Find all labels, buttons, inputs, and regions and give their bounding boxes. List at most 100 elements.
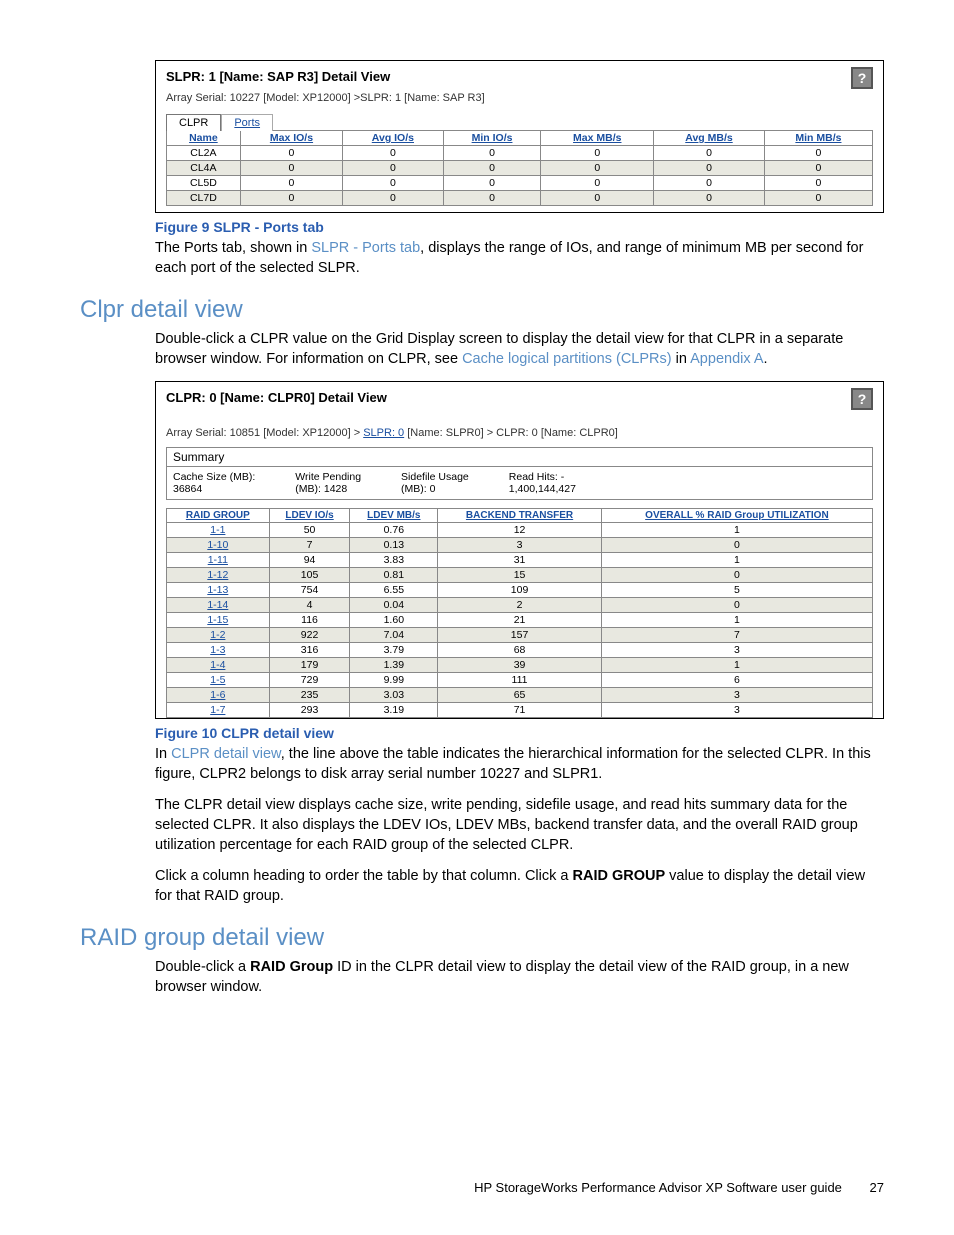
cell-value: 0 [541, 176, 654, 191]
clpr-p3: Click a column heading to order the tabl… [155, 867, 884, 906]
cell-value: 65 [438, 688, 602, 703]
figure-10-block: ? CLPR: 0 [Name: CLPR0] Detail View Arra… [155, 381, 884, 719]
tab-ports[interactable]: Ports [221, 114, 273, 131]
raid-group-link[interactable]: 1-12 [167, 568, 270, 583]
cell-value: 7 [269, 538, 350, 553]
col-avg-io[interactable]: Avg IO/s [343, 131, 443, 146]
clpr-raid-table: RAID GROUP LDEV IO/s LDEV MB/s BACKEND T… [166, 508, 873, 718]
cell-name: CL4A [167, 161, 241, 176]
cell-value: 0 [343, 146, 443, 161]
figure-9-block: ? SLPR: 1 [Name: SAP R3] Detail View Arr… [155, 60, 884, 213]
cell-value: 111 [438, 673, 602, 688]
cell-value: 0.04 [350, 598, 438, 613]
heading-raid-group-detail-view: RAID group detail view [80, 924, 884, 952]
cell-value: 39 [438, 658, 602, 673]
cell-value: 12 [438, 523, 602, 538]
help-icon[interactable]: ? [851, 67, 873, 89]
cell-value: 1.60 [350, 613, 438, 628]
cell-value: 1 [601, 523, 872, 538]
raid-group-link[interactable]: 1-2 [167, 628, 270, 643]
cell-value: 0 [654, 146, 765, 161]
cell-value: 0 [654, 191, 765, 206]
raid-group-link[interactable]: 1-10 [167, 538, 270, 553]
cell-value: 235 [269, 688, 350, 703]
footer-text: HP StorageWorks Performance Advisor XP S… [474, 1180, 842, 1195]
col-min-mb[interactable]: Min MB/s [764, 131, 872, 146]
summary-label: Summary [167, 448, 872, 467]
figure-9-description: The Ports tab, shown in SLPR - Ports tab… [155, 239, 884, 278]
cell-value: 3 [438, 538, 602, 553]
cell-value: 7 [601, 628, 872, 643]
cell-value: 0 [240, 161, 342, 176]
cell-value: 293 [269, 703, 350, 718]
cell-value: 0 [764, 176, 872, 191]
link-appendix-a[interactable]: Appendix A [690, 351, 763, 367]
cell-value: 0 [343, 176, 443, 191]
slpr-ports-table: Name Max IO/s Avg IO/s Min IO/s Max MB/s… [166, 130, 873, 206]
clpr-p1: In CLPR detail view, the line above the … [155, 745, 884, 784]
col-ldev-io[interactable]: LDEV IO/s [269, 509, 350, 523]
breadcrumb-slpr-link[interactable]: SLPR: 0 [363, 427, 404, 439]
cell-value: 21 [438, 613, 602, 628]
cell-value: 0 [541, 161, 654, 176]
raid-group-link[interactable]: 1-7 [167, 703, 270, 718]
cell-value: 50 [269, 523, 350, 538]
col-raid-group[interactable]: RAID GROUP [167, 509, 270, 523]
raid-group-link[interactable]: 1-5 [167, 673, 270, 688]
cell-value: 0 [601, 568, 872, 583]
cell-value: 71 [438, 703, 602, 718]
page-number: 27 [870, 1180, 884, 1195]
col-name[interactable]: Name [167, 131, 241, 146]
cell-value: 3.19 [350, 703, 438, 718]
raid-group-link[interactable]: 1-11 [167, 553, 270, 568]
cell-value: 116 [269, 613, 350, 628]
raid-group-link[interactable]: 1-6 [167, 688, 270, 703]
table-row: 1-1070.1330 [167, 538, 873, 553]
raid-group-link[interactable]: 1-1 [167, 523, 270, 538]
cell-value: 3.79 [350, 643, 438, 658]
cell-value: 68 [438, 643, 602, 658]
raid-group-link[interactable]: 1-15 [167, 613, 270, 628]
cell-value: 9.99 [350, 673, 438, 688]
link-cache-logical-partitions[interactable]: Cache logical partitions (CLPRs) [462, 351, 672, 367]
help-icon[interactable]: ? [851, 388, 873, 410]
cell-value: 3 [601, 688, 872, 703]
cell-value: 1 [601, 553, 872, 568]
col-avg-mb[interactable]: Avg MB/s [654, 131, 765, 146]
table-row: 1-11943.83311 [167, 553, 873, 568]
cell-value: 6.55 [350, 583, 438, 598]
cell-value: 1.39 [350, 658, 438, 673]
table-row: 1-72933.19713 [167, 703, 873, 718]
tab-clpr[interactable]: CLPR [166, 114, 221, 131]
cell-value: 0 [240, 146, 342, 161]
col-utilization[interactable]: OVERALL % RAID Group UTILIZATION [601, 509, 872, 523]
table-row: 1-33163.79683 [167, 643, 873, 658]
link-slpr-ports-tab[interactable]: SLPR - Ports tab [311, 240, 420, 256]
link-clpr-detail-view[interactable]: CLPR detail view [171, 746, 281, 762]
cell-value: 15 [438, 568, 602, 583]
table-row: 1-151161.60211 [167, 613, 873, 628]
raid-group-link[interactable]: 1-4 [167, 658, 270, 673]
cell-value: 0 [601, 598, 872, 613]
cell-value: 179 [269, 658, 350, 673]
col-ldev-mb[interactable]: LDEV MB/s [350, 509, 438, 523]
cell-value: 0.76 [350, 523, 438, 538]
col-max-io[interactable]: Max IO/s [240, 131, 342, 146]
raid-group-link[interactable]: 1-14 [167, 598, 270, 613]
cell-value: 0 [764, 161, 872, 176]
cell-value: 0 [240, 176, 342, 191]
heading-clpr-detail-view: Clpr detail view [80, 296, 884, 324]
raid-group-link[interactable]: 1-3 [167, 643, 270, 658]
table-row: CL4A000000 [167, 161, 873, 176]
cell-value: 5 [601, 583, 872, 598]
cell-value: 3 [601, 643, 872, 658]
cell-value: 109 [438, 583, 602, 598]
table-row: 1-62353.03653 [167, 688, 873, 703]
col-max-mb[interactable]: Max MB/s [541, 131, 654, 146]
col-min-io[interactable]: Min IO/s [443, 131, 541, 146]
raid-group-link[interactable]: 1-13 [167, 583, 270, 598]
col-backend[interactable]: BACKEND TRANSFER [438, 509, 602, 523]
cell-name: CL5D [167, 176, 241, 191]
cell-value: 0 [654, 176, 765, 191]
table-row: CL5D000000 [167, 176, 873, 191]
